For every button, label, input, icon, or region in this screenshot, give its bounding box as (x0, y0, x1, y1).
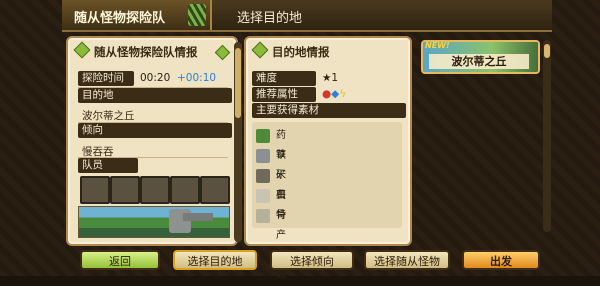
attribute-icons: ●◆ϟ (322, 87, 346, 102)
depart-button[interactable]: 出发 (462, 250, 540, 270)
member-slot-3[interactable] (140, 176, 170, 204)
destination-scrollbar[interactable] (543, 40, 551, 232)
scroll-thumb[interactable] (235, 48, 241, 118)
attribute-label: 推荐属性 (252, 87, 316, 102)
bug-icon (256, 169, 270, 183)
destination-card-label: 波尔蒂之丘 (429, 54, 529, 69)
time-value: 00:20 (140, 72, 171, 84)
title-tab: 随从怪物探险队 (62, 0, 212, 30)
members-label: 队员 (78, 158, 138, 173)
destination-info-heading: 目的地情报 (251, 41, 404, 62)
diamond-icon (214, 44, 231, 61)
stone-lintel (183, 213, 213, 221)
back-button[interactable]: 返回 (80, 250, 160, 270)
info-scrollbar[interactable] (234, 42, 242, 242)
ore-icon (256, 149, 270, 163)
thunder-icon: ϟ (339, 88, 347, 100)
expedition-info-heading: 随从怪物探险队情报 (73, 41, 231, 62)
tendency-label: 倾向 (78, 123, 232, 138)
diamond-icon (251, 41, 269, 59)
screen-subtitle: 选择目的地 (237, 11, 303, 26)
diamond-icon (73, 41, 91, 59)
time-label: 探险时间 (78, 71, 134, 86)
destination-value: 波尔蒂之丘 (82, 110, 135, 122)
new-badge: NEW! (425, 41, 450, 50)
scroll-thumb[interactable] (544, 44, 550, 58)
member-slot-1[interactable] (80, 176, 110, 204)
herb-icon (256, 129, 270, 143)
select-destination-button[interactable]: 选择目的地 (173, 250, 257, 270)
title-bar: 随从怪物探险队 选择目的地 (62, 0, 552, 32)
member-slot-5[interactable] (200, 176, 230, 204)
mushroom-icon (256, 209, 270, 223)
screen-title: 随从怪物探险队 (74, 11, 166, 26)
bone-icon (256, 189, 270, 203)
destination-card[interactable]: NEW! 波尔蒂之丘 (421, 40, 540, 74)
materials-label: 主要获得素材 (252, 103, 406, 118)
destination-label: 目的地 (78, 88, 232, 103)
select-monster-button[interactable]: 选择随从怪物 (364, 250, 450, 270)
difficulty-value: ★1 (322, 72, 339, 84)
member-slot-2[interactable] (110, 176, 140, 204)
destination-scenery-image (78, 206, 230, 238)
star-icon: ★ (322, 72, 332, 84)
select-tendency-button[interactable]: 选择倾向 (270, 250, 354, 270)
member-slot-4[interactable] (170, 176, 200, 204)
time-bonus: +00:10 (177, 72, 217, 84)
leaf-pattern-icon (188, 4, 206, 26)
difficulty-label: 难度 (252, 71, 316, 86)
materials-list: 药草 铁矿石 米虫 兽骨 特产蘑菇 (252, 122, 402, 281)
fire-icon: ● (322, 88, 332, 100)
